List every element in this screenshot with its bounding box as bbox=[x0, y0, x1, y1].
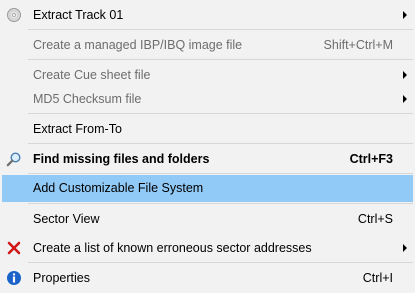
menu-item-shortcut: Ctrl+F3 bbox=[349, 152, 393, 166]
menu-item-find-missing-files[interactable]: Find missing files and folders Ctrl+F3 bbox=[0, 144, 415, 174]
menu-item-label: Create a list of known erroneous sector … bbox=[33, 241, 312, 255]
magnifier-icon bbox=[6, 151, 22, 167]
menu-item-label: Properties bbox=[33, 271, 90, 285]
menu-item-shortcut: Ctrl+S bbox=[357, 212, 393, 226]
menu-item-properties[interactable]: Properties Ctrl+I bbox=[0, 263, 415, 293]
info-icon bbox=[6, 270, 22, 286]
menu-item-label: Add Customizable File System bbox=[33, 181, 204, 195]
menu-item-label: Extract From-To bbox=[33, 122, 122, 136]
submenu-arrow-icon bbox=[403, 71, 407, 79]
menu-item-add-customizable-fs[interactable]: Add Customizable File System bbox=[2, 175, 413, 202]
menu-item-label: Create a managed IBP/IBQ image file bbox=[33, 38, 243, 52]
menu-item-label: Find missing files and folders bbox=[33, 152, 210, 166]
menu-separator bbox=[28, 173, 413, 174]
menu-item-extract-track[interactable]: Extract Track 01 bbox=[0, 0, 415, 30]
menu-item-extract-from-to[interactable]: Extract From-To bbox=[0, 114, 415, 144]
menu-item-erroneous-sectors[interactable]: Create a list of known erroneous sector … bbox=[0, 233, 415, 263]
submenu-arrow-icon bbox=[403, 95, 407, 103]
menu-item-shortcut: Ctrl+I bbox=[362, 271, 393, 285]
menu-item-label: Sector View bbox=[33, 212, 100, 226]
menu-item-md5-checksum[interactable]: MD5 Checksum file bbox=[0, 84, 415, 114]
cd-disc-icon bbox=[6, 7, 22, 23]
submenu-arrow-icon bbox=[403, 11, 407, 19]
context-menu: Extract Track 01 Create a managed IBP/IB… bbox=[0, 0, 415, 292]
menu-item-create-managed-image[interactable]: Create a managed IBP/IBQ image file Shif… bbox=[0, 30, 415, 60]
red-x-icon bbox=[6, 240, 22, 256]
menu-item-sector-view[interactable]: Sector View Ctrl+S bbox=[0, 204, 415, 234]
submenu-arrow-icon bbox=[403, 244, 407, 252]
menu-item-shortcut: Shift+Ctrl+M bbox=[323, 38, 393, 52]
menu-item-label: Extract Track 01 bbox=[33, 8, 124, 22]
menu-item-label: MD5 Checksum file bbox=[33, 92, 142, 106]
